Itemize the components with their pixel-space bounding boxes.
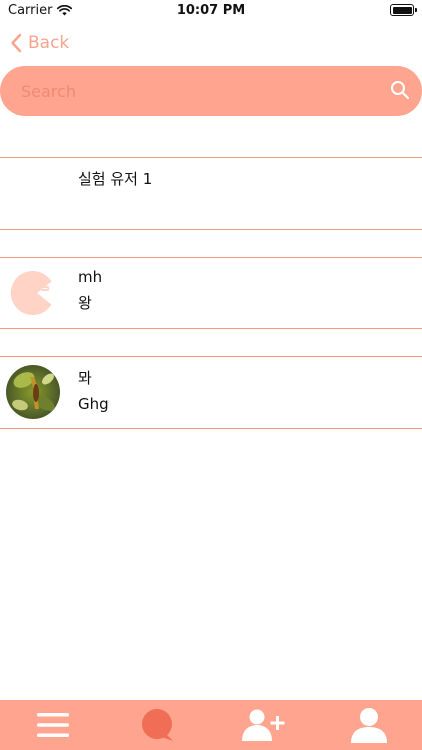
status-bar: Carrier 10:07 PM (0, 0, 422, 22)
friend-search-screen: Carrier 10:07 PM Back 실험 유저 1 (0, 0, 422, 750)
menu-icon (37, 713, 69, 737)
chevron-left-icon (11, 33, 22, 53)
list-item[interactable]: mh 왕 (0, 258, 422, 328)
back-button[interactable]: Back (10, 30, 69, 56)
list-separator (0, 428, 422, 429)
tab-menu[interactable] (23, 700, 83, 750)
photo-avatar (6, 365, 60, 419)
tab-add-friend[interactable] (233, 700, 293, 750)
status-time: 10:07 PM (176, 3, 246, 18)
list-separator (0, 328, 422, 329)
tab-chats[interactable] (128, 700, 188, 750)
tab-profile[interactable] (339, 700, 399, 750)
search-icon[interactable] (390, 80, 410, 100)
battery-icon (390, 4, 417, 16)
item-name: 뫄 (78, 369, 92, 387)
default-avatar (6, 266, 60, 320)
profile-icon (351, 708, 387, 743)
list-item[interactable]: 실험 유저 1 (0, 158, 422, 228)
chat-face-avatar-icon (10, 270, 52, 315)
leaf-photo-image (6, 365, 60, 419)
add-friend-icon (242, 709, 285, 741)
item-name: 실험 유저 1 (78, 170, 153, 188)
list-separator (0, 229, 422, 230)
back-label: Back (28, 33, 70, 53)
item-name: mh (78, 268, 103, 286)
chat-bubble-icon (142, 709, 173, 741)
item-status: Ghg (78, 395, 109, 413)
item-status: 왕 (78, 294, 92, 312)
list-item[interactable]: 뫄 Ghg (0, 357, 422, 427)
search-bar (0, 66, 422, 116)
tab-bar (0, 700, 422, 750)
search-input[interactable] (21, 66, 381, 116)
